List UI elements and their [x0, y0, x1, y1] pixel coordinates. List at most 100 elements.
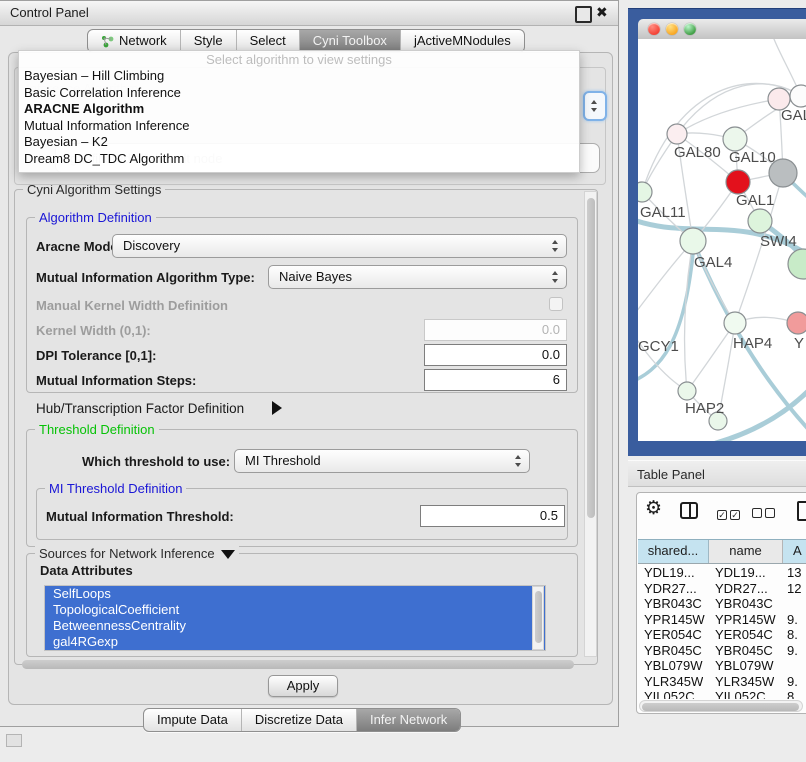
deselect-all-icon[interactable]: [752, 505, 775, 523]
table-row[interactable]: YIL052CYIL052C8.: [638, 689, 806, 699]
settings-vscrollbar-thumb[interactable]: [587, 198, 595, 518]
network-icon: [101, 35, 114, 48]
panel-grip-icon[interactable]: [6, 734, 22, 747]
manual-kernel-width-checkbox[interactable]: [549, 297, 563, 311]
select-all-icon[interactable]: ✓✓: [717, 505, 740, 523]
table-panel-header[interactable]: Table Panel: [628, 460, 806, 487]
collapse-arrow-icon[interactable]: [221, 550, 235, 559]
kernel-width-field[interactable]: 0.0: [424, 319, 567, 341]
table-cell: YER054C: [715, 627, 773, 642]
column-header-shared-name[interactable]: shared...: [638, 540, 709, 563]
sources-title: Sources for Network Inference: [35, 546, 239, 561]
minimize-window-icon[interactable]: [666, 23, 678, 35]
close-window-icon[interactable]: [648, 23, 660, 35]
algorithm-popup-item[interactable]: Bayesian – Hill Climbing: [19, 68, 579, 85]
table-cell: YIL052C: [644, 689, 695, 699]
focused-spinner-fragment[interactable]: [583, 91, 607, 121]
columns-icon[interactable]: [680, 502, 698, 519]
table-row[interactable]: YDL19...YDL19...13: [638, 565, 806, 581]
column-header-next[interactable]: A: [783, 540, 806, 563]
table-panel-title: Table Panel: [637, 467, 705, 482]
dpi-tolerance-label: DPI Tolerance [0,1]:: [36, 348, 156, 363]
mi-steps-field[interactable]: 6: [424, 369, 567, 391]
algorithm-popup-item[interactable]: ARACNE Algorithm: [19, 101, 579, 118]
control-panel-title: Control Panel: [10, 5, 89, 20]
table-hscrollbar-thumb[interactable]: [642, 703, 799, 711]
algorithm-popup-item[interactable]: Bayesian – K2: [19, 134, 579, 151]
network-node[interactable]: [726, 170, 750, 194]
algorithm-popup-item[interactable]: Dream8 DC_TDC Algorithm: [19, 151, 579, 168]
network-node-hap4[interactable]: [724, 312, 746, 334]
mi-algorithm-type-combobox[interactable]: Naive Bayes: [268, 265, 567, 289]
network-node-y[interactable]: [787, 312, 806, 334]
tab-select[interactable]: Select: [236, 30, 299, 52]
data-attribute-item[interactable]: TopologicalCoefficient: [45, 602, 545, 618]
network-node-gal1[interactable]: [748, 209, 772, 233]
table-row[interactable]: YER054CYER054C8.: [638, 627, 806, 643]
network-node-swi4[interactable]: [788, 249, 806, 279]
export-table-icon[interactable]: [797, 501, 806, 521]
table-row[interactable]: YBR045CYBR045C9.: [638, 643, 806, 659]
tab-network[interactable]: Network: [88, 30, 180, 52]
network-node-label: SWI4: [760, 233, 797, 250]
network-canvas[interactable]: GALGAL80GAL10GAL1GAL11GAL4SWI4GCY1HAP4YH…: [638, 39, 806, 441]
network-node-gal11[interactable]: [638, 182, 652, 202]
network-node-label: HAP4: [733, 335, 772, 352]
settings-hscrollbar[interactable]: [20, 659, 580, 671]
algorithm-popup-list: Bayesian – Hill ClimbingBasic Correlatio…: [19, 68, 579, 167]
table-hscrollbar[interactable]: [639, 700, 803, 712]
spinner-arrows-icon: [515, 455, 522, 467]
threshold-definition-title: Threshold Definition: [35, 422, 159, 437]
attributes-scrollbar-thumb[interactable]: [535, 591, 542, 643]
network-window-titlebar[interactable]: [638, 19, 806, 40]
tab-jactivemnodules[interactable]: jActiveMNodules: [400, 30, 524, 52]
control-panel-titlebar[interactable]: Control Panel ✖: [0, 1, 618, 26]
which-threshold-combobox[interactable]: MI Threshold: [234, 449, 530, 473]
data-attribute-item[interactable]: SelfLoops: [45, 586, 545, 602]
column-header-name[interactable]: name: [709, 540, 783, 563]
tab-discretize-data[interactable]: Discretize Data: [241, 709, 356, 731]
aracne-mode-combobox[interactable]: Discovery: [112, 234, 567, 258]
table-row[interactable]: YPR145WYPR145W9.: [638, 612, 806, 628]
dpi-tolerance-field[interactable]: 0.0: [424, 344, 567, 366]
settings-hscrollbar-thumb[interactable]: [22, 660, 574, 669]
table-cell: YBR045C: [644, 643, 702, 658]
network-node-gal80[interactable]: [667, 124, 687, 144]
tab-impute-data[interactable]: Impute Data: [144, 709, 241, 731]
mi-threshold-field[interactable]: 0.5: [420, 505, 565, 527]
algorithm-popup-item[interactable]: Basic Correlation Inference: [19, 85, 579, 102]
network-node-label: GCY1: [638, 338, 679, 355]
tab-infer-network[interactable]: Infer Network: [356, 709, 460, 731]
attributes-scrollbar[interactable]: [532, 586, 544, 650]
table-row[interactable]: YLR345WYLR345W9.: [638, 674, 806, 690]
apply-button[interactable]: Apply: [268, 675, 338, 697]
table-cell: YDL19...: [644, 565, 695, 580]
network-node[interactable]: [790, 85, 806, 107]
algorithm-popup-prompt: Select algorithm to view settings: [19, 51, 579, 68]
network-node-gal4[interactable]: [680, 228, 706, 254]
float-panel-icon[interactable]: [575, 6, 592, 23]
mi-threshold-label: Mutual Information Threshold:: [46, 509, 234, 524]
table-cell: YIL052C: [715, 689, 766, 699]
aracne-mode-value: Discovery: [123, 238, 180, 253]
network-node-label: HAP2: [685, 400, 724, 417]
settings-vscrollbar[interactable]: [584, 191, 597, 657]
close-panel-icon[interactable]: ✖: [596, 4, 608, 21]
table-row[interactable]: YBL079WYBL079W: [638, 658, 806, 674]
tab-style[interactable]: Style: [180, 30, 236, 52]
table-row[interactable]: YBR043CYBR043C: [638, 596, 806, 612]
expand-arrow-icon[interactable]: [272, 401, 282, 415]
zoom-window-icon[interactable]: [684, 23, 696, 35]
network-view-window: GALGAL80GAL10GAL1GAL11GAL4SWI4GCY1HAP4YH…: [628, 8, 806, 456]
table-row[interactable]: YDR27...YDR27...12: [638, 581, 806, 597]
data-attribute-item[interactable]: BetweennessCentrality: [45, 618, 545, 634]
network-node-gal10[interactable]: [723, 127, 747, 151]
network-node-hap2[interactable]: [678, 382, 696, 400]
algorithm-popup-item[interactable]: Mutual Information Inference: [19, 118, 579, 135]
gear-icon[interactable]: ⚙: [645, 499, 662, 519]
data-attribute-item[interactable]: gal4RGexp: [45, 634, 545, 650]
table-rows: YDL19...YDL19...13YDR27...YDR27...12YBR0…: [638, 563, 806, 699]
hub-definition-label: Hub/Transcription Factor Definition: [36, 401, 244, 416]
tab-cyni-toolbox[interactable]: Cyni Toolbox: [299, 30, 400, 52]
table-cell: YBL079W: [715, 658, 774, 673]
